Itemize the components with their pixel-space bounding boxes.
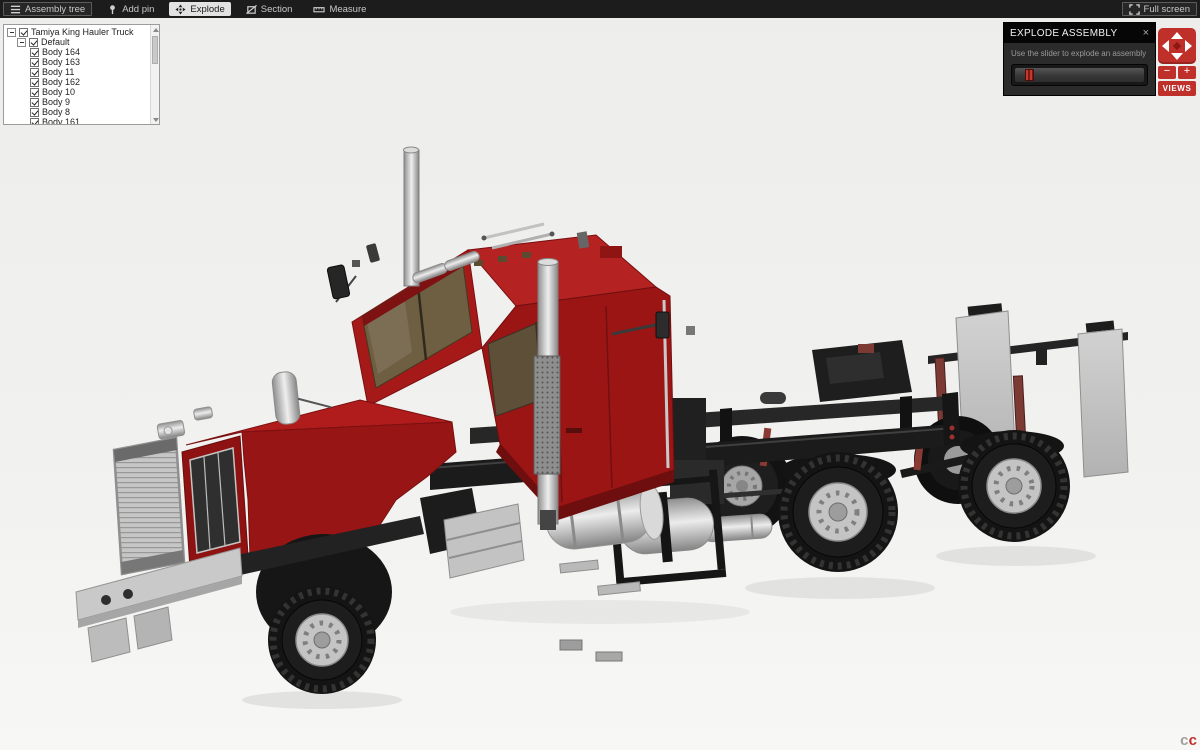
checkbox[interactable] — [30, 97, 39, 107]
assembly-tree-panel: Tamiya King Hauler Truck Default Body 16… — [3, 24, 160, 125]
scroll-down-icon[interactable] — [151, 115, 159, 124]
tree-node-body[interactable]: Body 9 — [6, 97, 148, 107]
truck-3d-model[interactable] — [0, 0, 1200, 750]
assembly-tree-label: Assembly tree — [25, 3, 86, 15]
checkbox[interactable] — [19, 27, 28, 37]
scroll-up-icon[interactable] — [151, 25, 159, 34]
scroll-thumb[interactable] — [152, 36, 158, 64]
tree-node-label: Body 9 — [42, 97, 71, 107]
tree-node-body[interactable]: Body 10 — [6, 87, 148, 97]
tree-node-label: Body 11 — [42, 67, 75, 77]
tree-node-label: Body 163 — [42, 57, 81, 67]
top-toolbar: Assembly tree Add pin Explode Section Me… — [0, 0, 1200, 18]
tree-node-body[interactable]: Body 161 — [6, 117, 148, 125]
checkbox[interactable] — [29, 37, 38, 47]
pan-up-icon[interactable] — [1171, 32, 1183, 39]
tree-scrollbar[interactable] — [150, 25, 159, 124]
tree-node-body[interactable]: Body 164 — [6, 47, 148, 57]
tree-node-label: Body 161 — [42, 117, 81, 125]
collapse-icon[interactable] — [17, 37, 26, 47]
assembly-tree-button[interactable]: Assembly tree — [3, 2, 93, 16]
tree-node-root[interactable]: Tamiya King Hauler Truck — [6, 27, 148, 37]
explode-slider-track[interactable] — [1015, 68, 1144, 82]
3d-viewport[interactable] — [0, 0, 1200, 750]
fullscreen-label: Full screen — [1143, 3, 1190, 15]
pan-dpad[interactable] — [1158, 28, 1196, 64]
tree-node-label: Body 10 — [42, 87, 76, 97]
measure-label: Measure — [329, 3, 367, 15]
explode-icon — [175, 3, 186, 15]
tree-node-body[interactable]: Body 8 — [6, 107, 148, 117]
section-icon — [245, 4, 257, 14]
explode-assembly-panel: EXPLODE ASSEMBLY × Use the slider to exp… — [1003, 22, 1156, 96]
tree-node-label: Body 162 — [42, 77, 81, 87]
explode-button[interactable]: Explode — [169, 2, 231, 16]
section-label: Section — [260, 3, 293, 15]
checkbox[interactable] — [30, 107, 39, 117]
explode-label: Explode — [190, 3, 225, 15]
logo-left-glyph: c — [1180, 732, 1188, 749]
logo-right-glyph: c — [1188, 732, 1197, 749]
tree-node-default[interactable]: Default — [6, 37, 148, 47]
tree-list-icon — [10, 5, 21, 13]
front-wheel — [268, 586, 376, 694]
checkbox[interactable] — [30, 67, 39, 77]
zoom-out-button[interactable]: − — [1158, 66, 1176, 79]
explode-panel-titlebar: EXPLODE ASSEMBLY × — [1004, 23, 1155, 43]
checkbox[interactable] — [30, 77, 39, 87]
tree-node-label: Default — [41, 37, 70, 47]
view-controls: − + VIEWS — [1158, 28, 1196, 96]
pan-center-icon — [1172, 41, 1182, 51]
add-pin-label: Add pin — [122, 3, 155, 15]
pin-icon — [110, 4, 116, 14]
collapse-icon[interactable] — [7, 27, 16, 37]
fullscreen-icon — [1128, 3, 1140, 15]
explode-slider-handle[interactable] — [1025, 69, 1035, 81]
section-button[interactable]: Section — [240, 2, 299, 16]
checkbox[interactable] — [30, 87, 39, 97]
tree-node-body[interactable]: Body 163 — [6, 57, 148, 67]
tree-node-label: Body 8 — [42, 107, 71, 117]
pan-left-icon[interactable] — [1162, 40, 1169, 52]
explode-panel-title: EXPLODE ASSEMBLY — [1010, 27, 1118, 39]
explode-slider[interactable] — [1011, 64, 1148, 86]
views-button[interactable]: VIEWS — [1158, 81, 1196, 96]
checkbox[interactable] — [30, 117, 39, 124]
checkbox[interactable] — [30, 57, 39, 67]
zoom-in-button[interactable]: + — [1178, 66, 1196, 79]
tree-node-label: Body 164 — [42, 47, 81, 57]
pan-down-icon[interactable] — [1171, 53, 1183, 60]
checkbox[interactable] — [30, 47, 39, 57]
explode-instruction: Use the slider to explode an assembly — [1011, 49, 1147, 58]
tree-node-body[interactable]: Body 11 — [6, 67, 148, 77]
fullscreen-button[interactable]: Full screen — [1121, 2, 1197, 16]
tree-node-body[interactable]: Body 162 — [6, 77, 148, 87]
measure-button[interactable]: Measure — [307, 2, 372, 16]
pan-right-icon[interactable] — [1185, 40, 1192, 52]
tree-node-label: Tamiya King Hauler Truck — [31, 27, 134, 37]
measure-ruler-icon — [313, 6, 326, 12]
app-logo: c c — [1180, 732, 1197, 749]
close-icon[interactable]: × — [1143, 28, 1149, 39]
add-pin-button[interactable]: Add pin — [101, 2, 160, 16]
